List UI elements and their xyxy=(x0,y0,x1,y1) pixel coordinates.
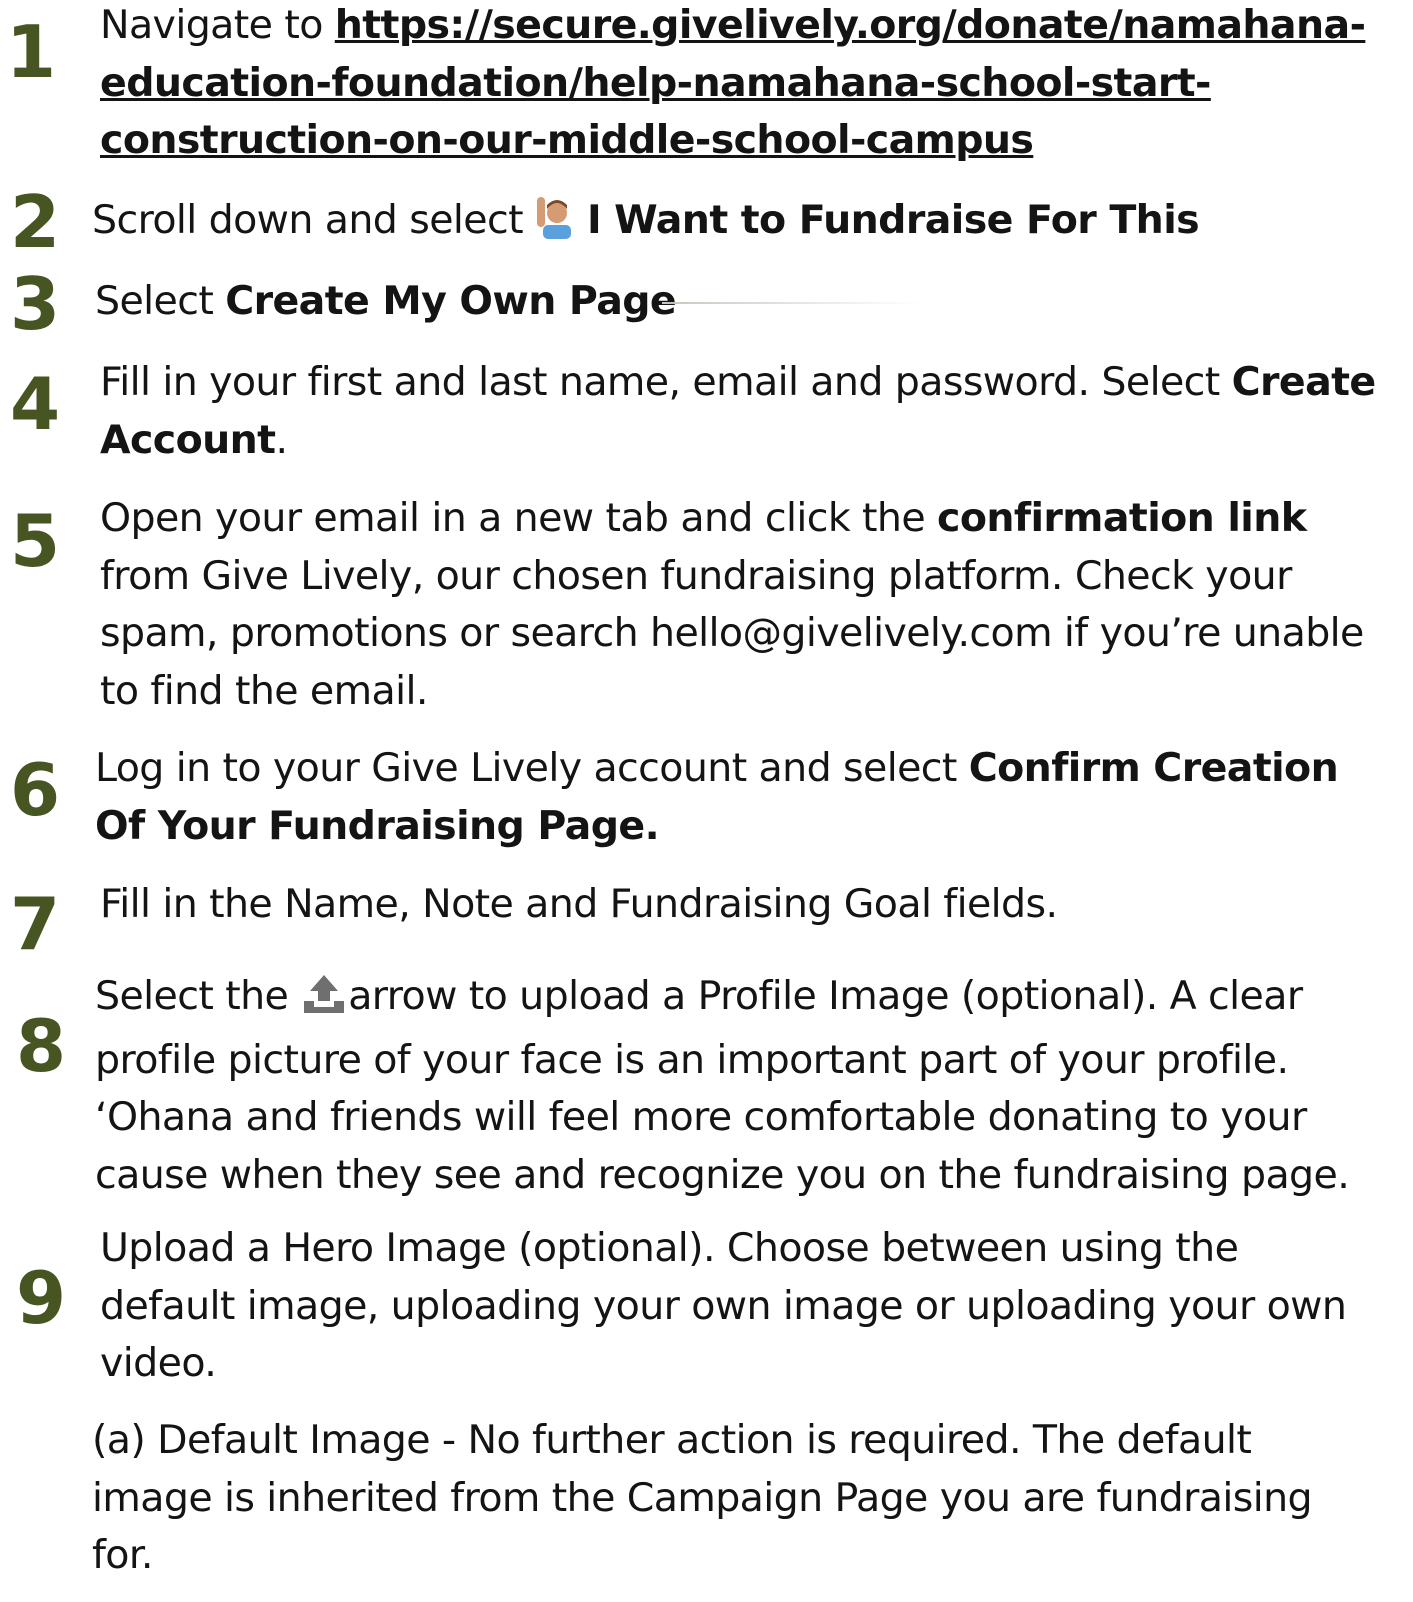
step-number-9: 9 xyxy=(16,1256,66,1340)
step-number-3: 3 xyxy=(10,262,60,346)
step-4-text: Fill in your first and last name, email … xyxy=(100,354,1376,469)
step-8-continued: arrow to upload a Profile Image (optiona… xyxy=(348,973,1303,1019)
step-9-line-2: default image, uploading your own image … xyxy=(100,1282,1347,1329)
step-9-line-1: Upload a Hero Image (optional). Choose b… xyxy=(100,1225,1239,1271)
note-line-3: for. xyxy=(92,1532,153,1578)
step-7-intro: Fill in the Name, Note and Fundraising G… xyxy=(100,881,1058,927)
divider-line xyxy=(662,302,922,304)
note-line-1: (a) Default Image - No further action is… xyxy=(92,1417,1252,1463)
step-number-6: 6 xyxy=(10,748,60,832)
step-2-intro: Scroll down and select xyxy=(92,197,535,243)
step-3-text: Select Create My Own Page xyxy=(95,273,677,331)
confirmation-link-label: confirmation link xyxy=(937,495,1307,541)
step-8-text: Select the arrow to upload a Profile Ima… xyxy=(95,968,1350,1204)
step-number-2: 2 xyxy=(10,180,60,264)
step-6-intro: Log in to your Give Lively account and s… xyxy=(95,745,969,791)
step-9-text: Upload a Hero Image (optional). Choose b… xyxy=(100,1220,1347,1393)
step-1-intro: Navigate to xyxy=(100,2,335,48)
step-9-line-3: video. xyxy=(100,1340,217,1386)
account-label: Account xyxy=(100,416,276,463)
step-6-text: Log in to your Give Lively account and s… xyxy=(95,740,1339,855)
step-3-intro: Select xyxy=(95,278,226,324)
step-number-4: 4 xyxy=(10,362,60,446)
step-5-text: Open your email in a new tab and click t… xyxy=(100,490,1364,720)
step-number-5: 5 xyxy=(10,499,60,583)
default-image-note: (a) Default Image - No further action is… xyxy=(92,1412,1313,1585)
step-7-text: Fill in the Name, Note and Fundraising G… xyxy=(100,876,1058,934)
step-8-line-3: ‘Ohana and friends will feel more comfor… xyxy=(95,1094,1307,1140)
step-number-7: 7 xyxy=(10,882,60,966)
fundraising-page-label: Of Your Fundraising Page. xyxy=(95,802,660,849)
step-number-1: 1 xyxy=(6,10,56,94)
step-2-text: Scroll down and select I Want to Fundrai… xyxy=(92,192,1200,256)
step-4-intro: Fill in your first and last name, email … xyxy=(100,359,1232,405)
confirm-creation-label: Confirm Creation xyxy=(968,745,1339,791)
create-label: Create xyxy=(1231,359,1377,405)
upload-arrow-icon xyxy=(300,971,348,1032)
step-number-8: 8 xyxy=(16,1004,66,1088)
fundraise-option-label: I Want to Fundraise For This xyxy=(586,197,1200,243)
note-line-2: image is inherited from the Campaign Pag… xyxy=(92,1474,1313,1521)
step-5-intro: Open your email in a new tab and click t… xyxy=(100,495,938,541)
create-own-page-label: Create My Own Page xyxy=(225,278,677,324)
step-5-line-4: to find the email. xyxy=(100,667,428,714)
step-5-line-3: spam, promotions or search hello@giveliv… xyxy=(100,610,1364,656)
step-1-text: Navigate to https://secure.givelively.or… xyxy=(100,0,1366,170)
step-8-line-2: profile picture of your face is an impor… xyxy=(95,1036,1289,1083)
step-8-line-4: cause when they see and recognize you on… xyxy=(95,1151,1350,1198)
step-8-intro: Select the xyxy=(95,973,301,1019)
step-4-period: . xyxy=(275,416,288,463)
step-5-line-2: from Give Lively, our chosen fundraising… xyxy=(100,552,1292,599)
person-raising-hand-icon xyxy=(535,195,575,256)
